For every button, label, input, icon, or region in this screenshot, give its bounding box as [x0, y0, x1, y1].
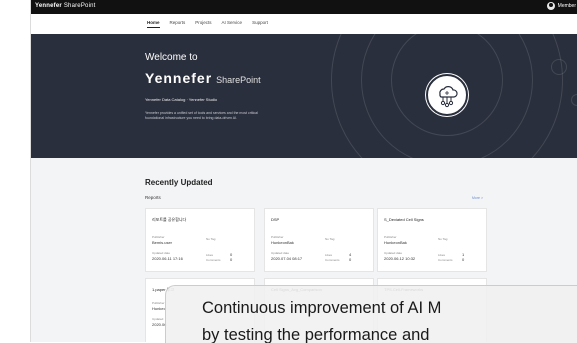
report-card[interactable]: S_Deviated Cell Signs Publisher HunkeonB… — [377, 208, 487, 272]
publisher-label: Publisher — [384, 235, 397, 239]
report-card-title: 리포트를 공유합니다 — [152, 217, 187, 222]
updated-label: Updated date — [152, 251, 171, 255]
comments-value: 0 — [349, 257, 352, 262]
hero-subtitle: Yennefer Data Catalog · Yennefer Studio — [145, 97, 218, 102]
user-label: Member — [557, 3, 576, 9]
updated-value: 2020.06.11 17:16 — [152, 256, 183, 261]
publisher-value: Bemis.user — [152, 240, 173, 245]
tab-reports[interactable]: Reports — [170, 20, 186, 28]
publisher-label: Publisher — [152, 235, 165, 239]
hero-logo: Yennefer SharePoint — [145, 70, 261, 88]
app-logo[interactable]: Yennefer SharePoint — [35, 3, 96, 9]
hero-description: Yennefer provides a unified set of tools… — [145, 111, 258, 120]
updated-label: Updated date — [271, 251, 290, 255]
more-link[interactable]: More > — [472, 196, 483, 200]
report-card[interactable]: 리포트를 공유합니다 Publisher Bemis.user No Tag U… — [145, 208, 255, 272]
tag-label: No Tag — [325, 237, 335, 241]
caption-line-1: Continuous improvement of AI M — [202, 299, 442, 317]
comments-value: 0 — [230, 257, 233, 262]
tab-home[interactable]: Home — [147, 20, 160, 28]
tag-label: No Tag — [206, 237, 216, 241]
publisher-value: HunkeonBak — [271, 240, 294, 245]
caption-overlay: Continuous improvement of AI M by testin… — [165, 285, 577, 343]
nav-tabs: Home Reports Projects AI Service Support — [147, 20, 268, 28]
main-navbar: Home Reports Projects AI Service Support — [31, 14, 577, 35]
welcome-heading: Welcome to — [145, 52, 198, 63]
updated-label: Updated — [152, 317, 164, 321]
publisher-value: Hunkeo — [152, 306, 166, 311]
brand-name: Yennefer — [35, 3, 62, 9]
user-avatar-icon — [546, 2, 555, 10]
publisher-label: Publisher — [152, 301, 165, 305]
tab-projects[interactable]: Projects — [195, 20, 211, 28]
comments-label: Comments — [206, 258, 221, 262]
publisher-label: Publisher — [271, 235, 284, 239]
updated-value: 2020.07.04 08:17 — [271, 256, 303, 261]
comments-label: Comments — [438, 258, 453, 262]
comments-label: Comments — [325, 258, 340, 262]
user-menu[interactable]: Member — [546, 2, 576, 10]
hero-banner: Welcome to Yennefer SharePoint Yennefer D… — [31, 34, 577, 158]
updated-value: 2020.06.12 10:32 — [384, 256, 416, 261]
hero-logo-brand: Yennefer — [145, 70, 213, 86]
product-name: SharePoint — [63, 3, 96, 9]
tag-label: No Tag — [438, 237, 448, 241]
hero-logo-product: SharePoint — [216, 75, 261, 85]
tab-support[interactable]: Support — [252, 20, 268, 28]
likes-label: Likes — [206, 253, 214, 257]
publisher-value: HunkeonBak — [384, 240, 407, 245]
hero-decor-circle — [571, 94, 577, 106]
caption-line-2: by testing the performance and — [202, 326, 430, 343]
section-title: Recently Updated — [145, 178, 213, 187]
updated-label: Updated date — [384, 251, 403, 255]
report-card[interactable]: DSP Publisher HunkeonBak No Tag Updated … — [264, 208, 374, 272]
report-card-title: DSP — [271, 217, 280, 222]
likes-label: Likes — [325, 253, 333, 257]
tab-ai-service[interactable]: AI Service — [222, 20, 243, 28]
top-header: Yennefer SharePoint Member — [31, 0, 577, 14]
hero-decor-circle — [551, 59, 567, 75]
likes-label: Likes — [438, 253, 446, 257]
section-category: Reports — [145, 195, 161, 200]
comments-value: 0 — [462, 257, 465, 262]
cloud-network-icon — [426, 74, 468, 116]
report-card-title: S_Deviated Cell Signs — [384, 217, 424, 222]
